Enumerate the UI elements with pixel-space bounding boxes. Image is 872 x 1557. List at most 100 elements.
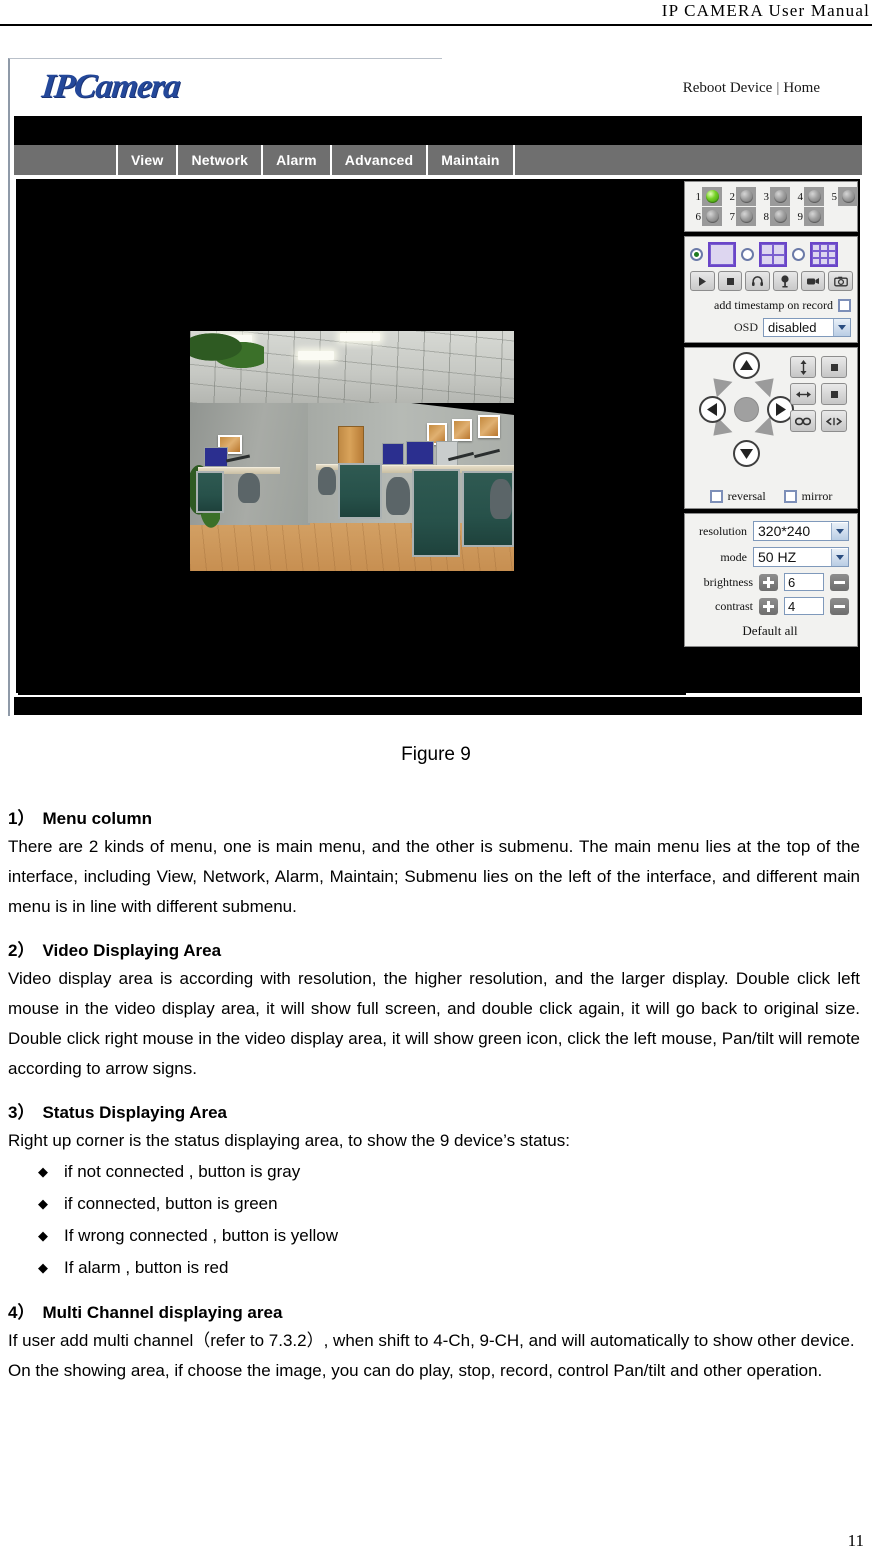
channel-button-4[interactable] [804,187,824,206]
section-number-4: 4） [8,1303,35,1322]
view-mode-row [690,242,853,267]
osd-select[interactable]: disabled [763,318,851,337]
contrast-increase-icon[interactable] [759,597,778,615]
record-camcorder-icon[interactable] [800,271,826,291]
channel-button-2[interactable] [736,187,756,206]
reboot-device-link[interactable]: Reboot Device [683,80,773,96]
menu-item-maintain[interactable]: Maintain [428,145,515,175]
menu-item-advanced[interactable]: Advanced [332,145,429,175]
view-mode-radio-four[interactable] [741,248,754,261]
section-title-2: Video Displaying Area [42,941,222,960]
ptz-down-icon[interactable] [733,440,760,467]
channel-button-3[interactable] [770,187,790,206]
default-all-button[interactable]: Default all [691,623,849,639]
multi-channel-displaying-area: add timestamp on record OSD disabled [684,236,858,343]
browser-frame: IPCamera Reboot Device | Home View Network… [8,57,866,716]
media-toolbar [690,271,854,291]
contrast-value-field[interactable]: 4 [784,597,824,615]
footer-black-band [14,697,862,715]
resolution-row: resolution 320*240 [691,521,849,541]
play-icon[interactable] [690,271,715,291]
timestamp-label: add timestamp on record [714,298,833,312]
channel-button-8[interactable] [770,207,790,226]
brightness-increase-icon[interactable] [759,573,778,591]
channel-button-9[interactable] [804,207,824,226]
scene-chair-2 [318,467,336,495]
view-mode-radio-single[interactable] [690,248,703,261]
mirror-option: mirror [783,489,832,504]
resolution-label: resolution [699,523,747,538]
flip-options-row: reversal mirror [685,489,857,504]
control-column: 1 2 3 4 5 6 7 8 9 add timestamp on recor… [684,181,858,651]
mode-label: mode [720,549,747,564]
page-number: 11 [847,1531,864,1550]
header-black-band [14,116,862,145]
section-heading-1: 1） Menu column [8,804,860,829]
io-on-link-icon[interactable] [790,410,816,432]
frame-seam [442,57,866,61]
video-stream-image[interactable] [190,331,514,571]
channel-led-7 [739,210,753,223]
header-rule [0,24,872,26]
scene-partition-3 [412,469,460,557]
vertical-stop-icon[interactable] [821,356,847,378]
ptz-up-right-arrow-icon[interactable] [754,370,782,398]
menu-item-view[interactable]: View [118,145,179,175]
main-menu-bar: View Network Alarm Advanced Maintain [14,145,862,175]
channel-cell-3: 3 [758,187,792,206]
vertical-patrol-icon[interactable] [790,356,816,378]
scene-chair-4 [490,479,512,519]
list-item: if connected, button is green [8,1188,860,1220]
ptz-up-left-arrow-icon[interactable] [705,370,733,398]
view-mode-icon-nine[interactable] [810,242,838,267]
listen-headphone-icon[interactable] [745,271,771,291]
ptz-center-stop-button[interactable] [734,397,759,422]
scene-ceiling-light-3 [340,333,380,341]
mirror-checkbox[interactable] [783,490,797,503]
channel-button-7[interactable] [736,207,756,226]
video-displaying-area[interactable] [18,181,686,695]
resolution-select[interactable]: 320*240 [753,521,849,541]
status-displaying-area: 1 2 3 4 5 6 7 8 9 [684,181,858,232]
link-separator: | [776,80,780,96]
io-off-break-icon[interactable] [821,410,847,432]
office-scene [190,331,514,571]
figure-caption: Figure 9 [401,744,471,765]
app-header: IPCamera Reboot Device | Home [14,62,862,116]
channel-button-6[interactable] [702,207,722,226]
horizontal-stop-icon[interactable] [821,383,847,405]
home-link[interactable]: Home [783,80,820,96]
view-mode-icon-four[interactable] [759,242,787,267]
brightness-decrease-icon[interactable] [830,573,849,591]
reversal-checkbox[interactable] [709,490,723,503]
scene-monitor-r2 [406,441,434,465]
timestamp-checkbox[interactable] [838,299,851,312]
scene-monitor-left [204,447,228,467]
channel-number-7: 7 [729,210,736,223]
section-heading-4: 4） Multi Channel displaying area [8,1298,860,1323]
channel-led-4 [807,190,821,203]
channel-button-5[interactable] [838,187,858,206]
view-mode-icon-single[interactable] [708,242,736,267]
ptz-up-icon[interactable] [733,352,760,379]
figure-9-screenshot: IPCamera Reboot Device | Home View Network… [8,57,866,716]
channel-led-9 [807,210,821,223]
menu-item-network[interactable]: Network [178,145,264,175]
list-item: If wrong connected , button is yellow [8,1220,860,1252]
talk-microphone-icon[interactable] [773,271,798,291]
channel-cell-6: 6 [690,207,724,226]
brightness-value-field[interactable]: 6 [784,573,824,591]
chevron-down-icon [831,522,848,540]
scene-plant-top [190,331,264,371]
snapshot-camera-icon[interactable] [828,271,854,291]
contrast-decrease-icon[interactable] [830,597,849,615]
horizontal-patrol-icon[interactable] [790,383,816,405]
channel-led-6 [705,210,719,223]
mode-select[interactable]: 50 HZ [753,547,849,567]
stop-icon[interactable] [717,271,743,291]
menu-item-alarm[interactable]: Alarm [263,145,332,175]
ptz-left-icon[interactable] [699,396,726,423]
channel-button-1[interactable] [702,187,722,206]
view-mode-radio-nine[interactable] [792,248,805,261]
status-color-bullets: if not connected , button is gray if con… [8,1156,860,1284]
